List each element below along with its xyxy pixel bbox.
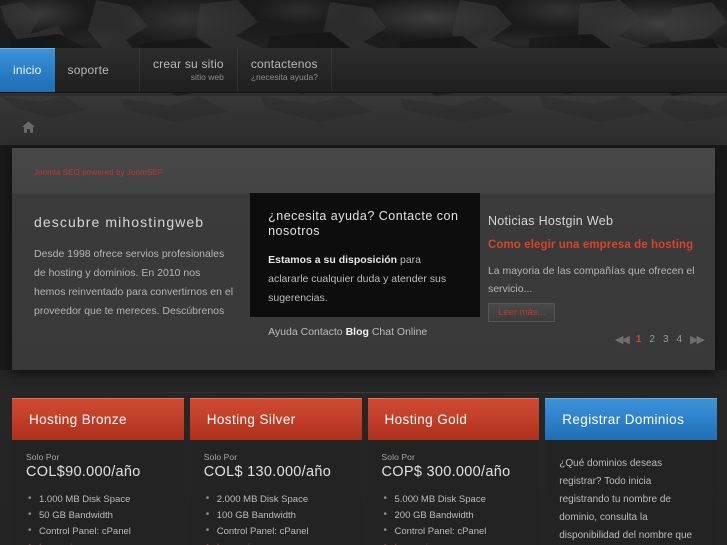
- card-hosting-gold[interactable]: Hosting Gold Solo Por COP$ 300.000/año 5…: [367, 398, 540, 545]
- pagination-next[interactable]: ▶▶: [690, 333, 705, 346]
- nav-item-label: soporte: [67, 63, 109, 77]
- column-ayuda: ¿necesita ayuda? Contacte con nosotros E…: [250, 193, 480, 338]
- card-body: ¿Qué dominios deseas registrar? Todo ini…: [545, 440, 717, 545]
- help-link-chat-online[interactable]: Chat Online: [372, 326, 427, 338]
- nav-item-crear-su-sitio[interactable]: crear su sitio sitio web: [140, 48, 238, 92]
- card-hosting-silver[interactable]: Hosting Silver Solo Por COL$ 130.000/año…: [189, 398, 362, 545]
- help-link-blog[interactable]: Blog: [346, 326, 369, 338]
- descubre-text: Desde 1998 ofrece servios profesionales …: [34, 248, 234, 317]
- page-root: inicio soporte crear su sitio sitio web …: [0, 0, 727, 545]
- pagination-prev[interactable]: ◀◀: [615, 333, 630, 346]
- price-label: Solo Por: [381, 452, 415, 462]
- feature-list: 2.000 MB Disk Space 100 GB Bandwidth Con…: [204, 491, 348, 545]
- feature-item: 2.000 MB Disk Space: [204, 491, 348, 508]
- feature-item: 200 GB Bandwidth: [382, 507, 526, 524]
- nav-item-inicio[interactable]: inicio: [0, 48, 55, 92]
- feature-item: 50 GB Bandwidth: [26, 507, 170, 524]
- card-title: Hosting Silver: [189, 398, 362, 440]
- read-more-button[interactable]: Leer más...: [487, 303, 556, 322]
- nav-item-soporte[interactable]: soporte: [55, 48, 122, 92]
- price-value: COP$ 300.000/año: [381, 464, 511, 480]
- nav-item-label: crear su sitio: [152, 57, 224, 71]
- card-body: Solo Por COL$90.000/año 1.000 MB Disk Sp…: [12, 440, 184, 545]
- feature-item: Control Panel: cPanel: [204, 523, 348, 540]
- card-read-more-link[interactable]: Leer más: [382, 539, 526, 545]
- card-body: Solo Por COL$ 130.000/año 2.000 MB Disk …: [189, 440, 362, 545]
- pricing-cards: Hosting Bronze Solo Por COL$90.000/año 1…: [12, 398, 717, 545]
- help-box: ¿necesita ayuda? Contacte con nosotros E…: [250, 193, 480, 338]
- panel-columns: descubre mihostingweb Desde 1998 ofrece …: [12, 193, 715, 338]
- card-body: Solo Por COP$ 300.000/año 5.000 MB Disk …: [367, 440, 540, 545]
- nav-item-label: inicio: [13, 63, 42, 77]
- help-text: Estamos a su disposición para aclararle …: [268, 251, 462, 308]
- column-noticias: Noticias Hostgin Web Como elegir una emp…: [480, 196, 703, 322]
- card-read-more-link[interactable]: Leer más: [26, 539, 170, 545]
- breadcrumb: [0, 112, 727, 142]
- cards-separator: [62, 392, 665, 393]
- price-value: COL$ 130.000/año: [203, 464, 332, 480]
- card-title: Hosting Bronze: [12, 398, 184, 440]
- main-panel: Joomla SEO powered by JoomSEF descubre m…: [12, 148, 715, 370]
- help-link-ayuda[interactable]: Ayuda: [268, 326, 298, 338]
- nav-item-sublabel: ¿necesita ayuda?: [250, 72, 318, 82]
- help-text-bold: Estamos a su disposición: [268, 254, 398, 266]
- price-label: Solo Por: [26, 452, 60, 462]
- descubre-title: descubre mihostingweb: [34, 214, 205, 230]
- card-description: ¿Qué dominios deseas registrar? Todo ini…: [559, 458, 693, 541]
- pagination-page-3[interactable]: 3: [663, 334, 669, 345]
- pagination-page-1[interactable]: 1: [636, 334, 642, 345]
- nav-item-contactenos[interactable]: contactenos ¿necesita ayuda?: [238, 48, 332, 92]
- feature-item: 5.000 MB Disk Space: [382, 491, 526, 508]
- news-title: Noticias Hostgin Web: [487, 214, 614, 228]
- card-title: Registrar Dominios: [545, 398, 717, 440]
- help-title: ¿necesita ayuda? Contacte con nosotros: [268, 209, 459, 238]
- news-headline[interactable]: Como elegir una empresa de hosting: [488, 239, 695, 251]
- card-title: Hosting Gold: [367, 398, 540, 440]
- help-links: Ayuda Contacto Blog Chat Online: [268, 326, 462, 338]
- help-link-contacto[interactable]: Contacto: [301, 326, 343, 338]
- pagination-page-4[interactable]: 4: [677, 334, 683, 345]
- feature-item: Control Panel: cPanel: [382, 523, 526, 540]
- column-descubre: descubre mihostingweb Desde 1998 ofrece …: [24, 196, 250, 322]
- feature-list: 1.000 MB Disk Space 50 GB Bandwidth Cont…: [26, 491, 170, 545]
- news-excerpt: La mayoria de las compañías que ofrecen …: [487, 265, 695, 295]
- home-icon[interactable]: [22, 121, 35, 133]
- main-navigation: inicio soporte crear su sitio sitio web …: [0, 48, 727, 93]
- card-hosting-bronze[interactable]: Hosting Bronze Solo Por COL$90.000/año 1…: [12, 398, 184, 545]
- feature-item: 1.000 MB Disk Space: [26, 491, 170, 508]
- nav-item-sublabel: sitio web: [190, 72, 224, 82]
- price-label: Solo Por: [203, 452, 238, 462]
- card-read-more-link[interactable]: Leer más: [204, 539, 348, 545]
- feature-item: Control Panel: cPanel: [26, 523, 170, 540]
- seo-note: Joomla SEO powered by JoomSEF: [34, 168, 163, 177]
- price-value: COL$90.000/año: [26, 464, 141, 480]
- nav-divider: [122, 48, 140, 92]
- feature-item: 100 GB Bandwidth: [204, 507, 348, 524]
- card-registrar-dominios[interactable]: Registrar Dominios ¿Qué dominios deseas …: [545, 398, 717, 545]
- pagination: ◀◀ 1 2 3 4 ▶▶: [615, 333, 705, 346]
- pagination-page-2[interactable]: 2: [649, 334, 655, 345]
- feature-list: 5.000 MB Disk Space 200 GB Bandwidth Con…: [382, 491, 526, 545]
- nav-item-label: contactenos: [250, 57, 318, 71]
